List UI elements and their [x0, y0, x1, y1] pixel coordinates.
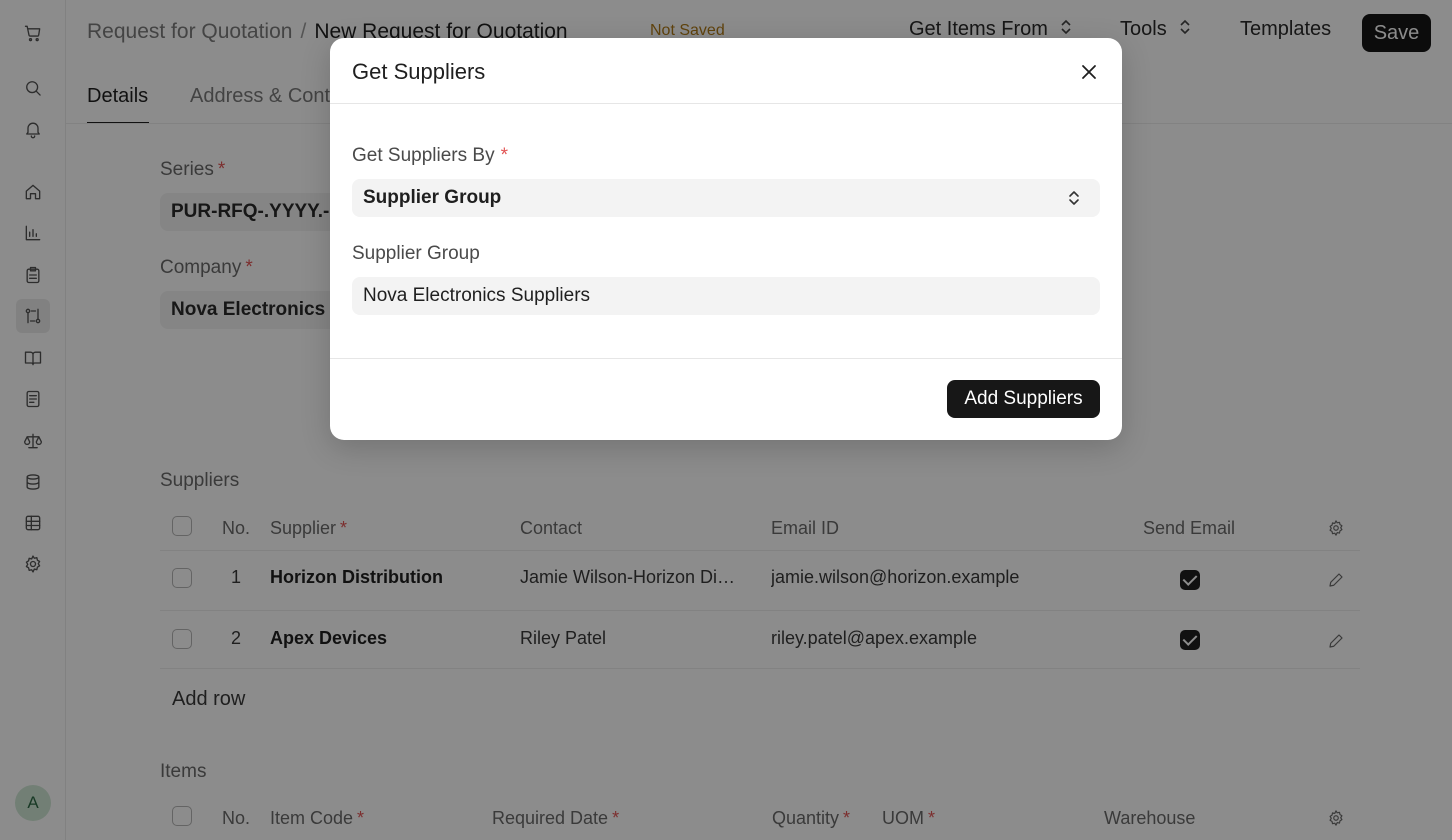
add-suppliers-button[interactable]: Add Suppliers [947, 380, 1100, 418]
dialog-footer-divider [330, 358, 1122, 359]
supplier-group-label: Supplier Group [352, 243, 480, 264]
get-suppliers-by-label: Get Suppliers By * [352, 145, 508, 166]
supplier-group-input[interactable] [352, 277, 1100, 315]
select-value: Supplier Group [363, 187, 502, 208]
get-suppliers-dialog: Get Suppliers Get Suppliers By * Supplier… [330, 38, 1122, 440]
chevron-up-down-icon [1066, 189, 1082, 207]
dialog-title: Get Suppliers [352, 59, 486, 84]
get-suppliers-by-select[interactable]: Supplier Group [352, 179, 1100, 217]
dialog-header-divider [330, 103, 1122, 104]
close-icon[interactable] [1076, 59, 1102, 85]
